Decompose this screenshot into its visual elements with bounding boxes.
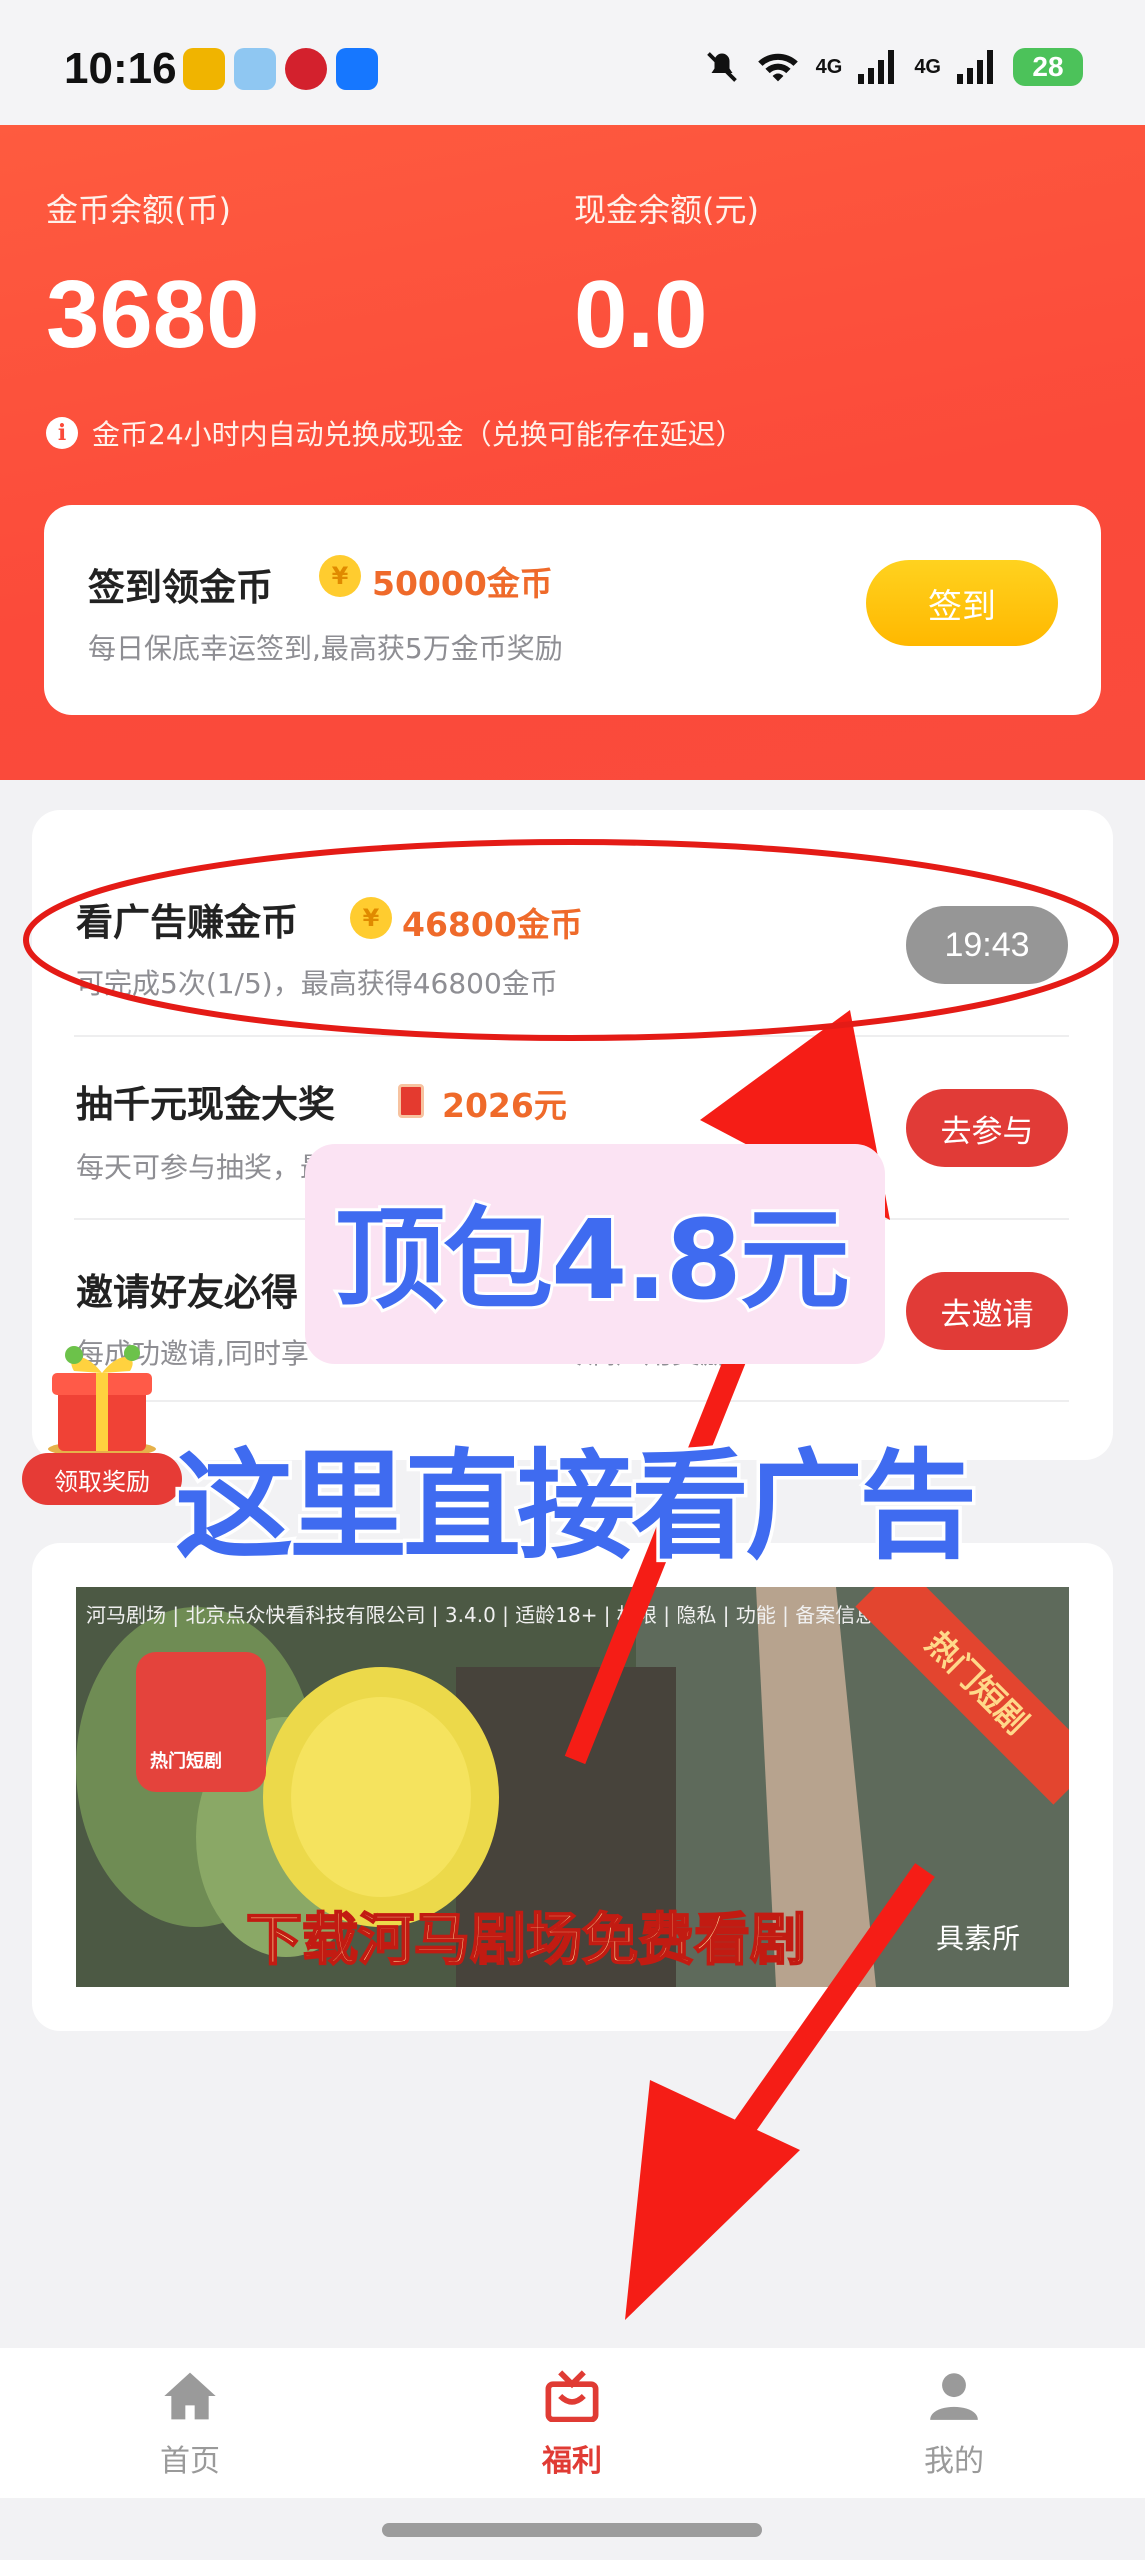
status-bar: 10:16 4G 4G 28 xyxy=(0,0,1145,125)
exchange-note-text: 金币24小时内自动兑换成现金（兑换可能存在延迟） xyxy=(92,418,744,451)
task-reward: 46800金币 xyxy=(402,905,583,944)
task-subtitle: 可完成5次(1/5)，最高获得46800金币 xyxy=(76,967,558,1000)
status-time: 10:16 xyxy=(64,44,177,93)
bottom-nav: 首页 福利 我的 xyxy=(0,2348,1145,2498)
nav-item-home[interactable]: 首页 xyxy=(90,2370,290,2480)
claim-reward-button[interactable]: 领取奖励 xyxy=(22,1453,182,1505)
user-icon xyxy=(930,2373,978,2420)
app-notification-icon-2 xyxy=(234,48,276,90)
ad-card: 河马剧场 | 北京点众快看科技有限公司 | 3.4.0 | 适龄18+ | 权限… xyxy=(32,1543,1113,2031)
signin-card: 签到领金币 ¥ 50000金币 每日保底幸运签到,最高获5万金币奖励 签到 xyxy=(44,505,1101,715)
join-lottery-button[interactable]: 去参与 xyxy=(906,1089,1068,1167)
nav-label: 福利 xyxy=(542,2444,602,2479)
task-reward: 2026元 xyxy=(442,1086,567,1125)
coin-balance-value: 3680 xyxy=(46,261,260,368)
countdown-button[interactable]: 19:43 xyxy=(906,906,1068,984)
signal-icon-1 xyxy=(858,50,895,84)
signin-title: 签到领金币 xyxy=(88,566,273,609)
ad-meta-text: 河马剧场 | 北京点众快看科技有限公司 | 3.4.0 | 适龄18+ | 权限… xyxy=(86,1603,876,1627)
ad-caption: 下载河马剧场免费看剧 xyxy=(245,1907,807,1974)
nav-label: 我的 xyxy=(924,2444,984,2479)
red-packet-icon xyxy=(398,1084,424,1118)
floating-reward-widget[interactable]: 领取奖励 xyxy=(22,1335,182,1510)
gift-icon xyxy=(545,2370,599,2423)
overlay-text-instruction: 这里直接看广告 xyxy=(171,1434,980,1579)
signin-subtitle: 每日保底幸运签到,最高获5万金币奖励 xyxy=(88,632,563,665)
nav-item-benefits[interactable]: 福利 xyxy=(472,2370,672,2480)
cash-balance-value: 0.0 xyxy=(574,261,708,368)
home-indicator[interactable] xyxy=(382,2523,762,2537)
network-type-1: 4G xyxy=(815,55,843,78)
nav-label: 首页 xyxy=(160,2444,220,2479)
mute-icon xyxy=(706,52,737,82)
overlay-text-price: 顶包4.8元 xyxy=(332,1193,853,1327)
task-title: 看广告赚金币 xyxy=(76,901,298,944)
coin-icon: ¥ xyxy=(319,555,361,597)
gift-box-icon xyxy=(48,1345,156,1457)
signin-button[interactable]: 签到 xyxy=(866,560,1058,646)
coin-icon: ¥ xyxy=(350,897,392,939)
task-title: 抽千元现金大奖 xyxy=(76,1083,335,1126)
info-icon: i xyxy=(46,417,78,449)
app-notification-icon-1 xyxy=(183,48,225,90)
ad-banner[interactable]: 河马剧场 | 北京点众快看科技有限公司 | 3.4.0 | 适龄18+ | 权限… xyxy=(76,1587,1069,1987)
task-title: 邀请好友必得 xyxy=(76,1271,298,1314)
signal-icon-2 xyxy=(957,50,993,84)
exchange-note: i 金币24小时内自动兑换成现金（兑换可能存在延迟） xyxy=(46,413,744,453)
divider xyxy=(74,1400,1069,1402)
alipay-icon xyxy=(336,48,378,90)
nav-item-profile[interactable]: 我的 xyxy=(854,2370,1054,2480)
invite-button[interactable]: 去邀请 xyxy=(906,1272,1068,1350)
ad-logo-text: 热门短剧 xyxy=(150,1751,222,1772)
battery-icon: 28 xyxy=(1013,48,1083,86)
ad-caption-tail: 具素所 xyxy=(936,1922,1021,1955)
cash-balance-label: 现金余额(元) xyxy=(574,191,759,229)
balance-header: 金币余额(币) 3680 现金余额(元) 0.0 i 金币24小时内自动兑换成现… xyxy=(0,125,1145,780)
signin-reward: 50000金币 xyxy=(372,564,553,603)
network-type-2: 4G xyxy=(914,55,941,78)
home-icon xyxy=(164,2372,216,2420)
coin-balance-label: 金币余额(币) xyxy=(46,191,231,229)
divider xyxy=(74,1035,1069,1037)
wifi-icon xyxy=(757,53,798,82)
app-notification-icon-3 xyxy=(285,48,327,90)
